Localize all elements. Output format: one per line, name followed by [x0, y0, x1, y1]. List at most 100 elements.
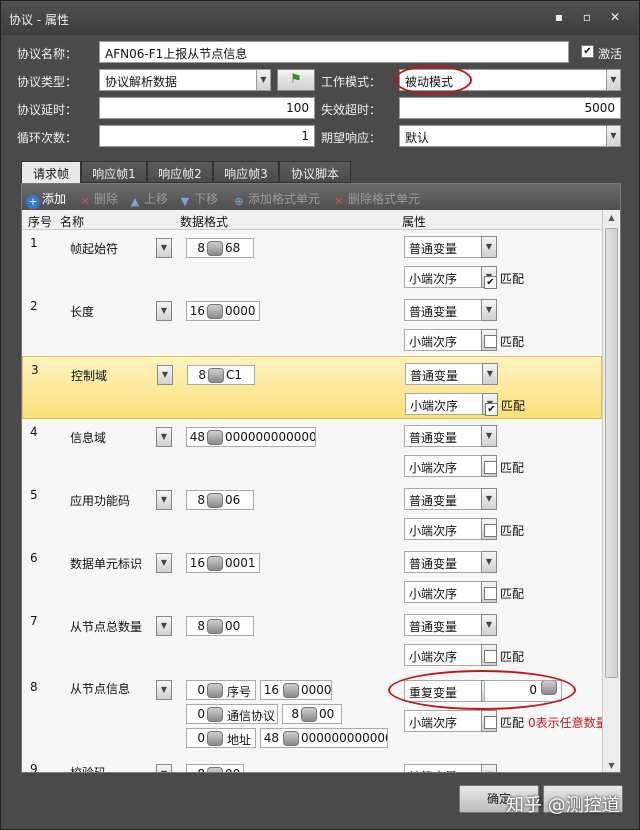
match-checkbox[interactable] — [484, 716, 497, 729]
tab-request[interactable]: 请求帧 — [21, 161, 81, 183]
expect-select[interactable]: 默认 ▼ — [399, 125, 621, 147]
match-option[interactable]: 匹配 — [484, 585, 524, 602]
variable-type-select[interactable]: 普通变量 ▼ — [404, 425, 497, 447]
chevron-down-icon[interactable]: ▼ — [156, 680, 172, 700]
bit-knob-icon[interactable] — [207, 556, 223, 571]
format-unit[interactable]: 0 序号 — [186, 680, 256, 700]
byte-order-select[interactable]: 小端次序▼ — [404, 581, 497, 603]
bit-knob-icon[interactable] — [301, 707, 317, 722]
bit-knob-icon[interactable] — [207, 707, 223, 722]
format-unit[interactable]: 8 00 — [282, 704, 342, 724]
table-row[interactable]: 7 从节点总数量 ▼ 8 00 普通变量 ▼ 小端次序▼匹配 — [22, 608, 602, 671]
variable-type-select[interactable]: 普通变量 ▼ — [404, 299, 497, 321]
move-up-button[interactable]: ▲ 上移 — [128, 190, 168, 209]
match-option[interactable]: ✔ 匹配 — [485, 397, 525, 416]
vertical-scrollbar[interactable]: ▲ ▼ — [602, 210, 620, 772]
bit-knob-icon[interactable] — [207, 619, 223, 634]
format-unit[interactable]: 16 0000 — [186, 301, 260, 321]
add-button[interactable]: + 添加 — [26, 190, 66, 209]
chevron-down-icon[interactable]: ▼ — [481, 299, 497, 321]
chevron-down-icon[interactable]: ▼ — [156, 616, 172, 636]
bit-knob-icon[interactable] — [207, 241, 223, 256]
chevron-down-icon[interactable]: ▼ — [256, 70, 270, 90]
byte-order-select[interactable]: 小端次序▼ — [405, 393, 498, 415]
scrollbar-thumb[interactable] — [605, 228, 618, 678]
bit-knob-icon[interactable] — [283, 731, 299, 746]
match-checkbox[interactable]: ✔ — [485, 403, 498, 416]
bit-knob-icon[interactable] — [207, 430, 223, 445]
byte-order-select[interactable]: 小端次序▼ — [404, 329, 497, 351]
bit-knob-icon[interactable] — [207, 767, 223, 772]
table-row[interactable]: 8 从节点信息 ▼ 0 序号 16 0000 0 通信协议 8 00 0 地址 … — [22, 670, 608, 769]
match-checkbox[interactable] — [484, 461, 497, 474]
match-option[interactable]: 匹配 — [484, 522, 524, 539]
chevron-down-icon[interactable]: ▼ — [481, 488, 497, 510]
maximize-icon[interactable]: ▫ — [577, 9, 597, 25]
variable-type-select[interactable]: 计算变量 ▼ — [404, 764, 497, 772]
chevron-down-icon[interactable]: ▼ — [606, 126, 620, 146]
match-option[interactable]: 匹配 — [484, 333, 524, 350]
variable-type-select[interactable]: 普通变量 ▼ — [404, 551, 497, 573]
format-unit[interactable]: 0 地址 — [186, 728, 256, 748]
scroll-down-icon[interactable]: ▼ — [603, 758, 620, 772]
format-unit[interactable]: 16 0000 — [260, 680, 332, 700]
byte-order-select[interactable]: 小端次序▼ — [404, 266, 497, 288]
table-row[interactable]: 2 长度 ▼ 16 0000 普通变量 ▼ 小端次序▼匹配 — [22, 293, 602, 356]
bit-knob-icon[interactable] — [207, 683, 223, 698]
match-option[interactable]: 匹配 — [484, 714, 524, 731]
chevron-down-icon[interactable]: ▼ — [481, 425, 497, 447]
chevron-down-icon[interactable]: ▼ — [156, 427, 172, 447]
scroll-up-icon[interactable]: ▲ — [603, 210, 620, 226]
chevron-down-icon[interactable]: ▼ — [481, 764, 497, 772]
format-unit[interactable]: 8 00 — [186, 616, 254, 636]
match-checkbox[interactable] — [484, 524, 497, 537]
chevron-down-icon[interactable]: ▼ — [606, 70, 620, 90]
variable-type-select[interactable]: 普通变量 ▼ — [405, 363, 498, 385]
table-row[interactable]: 9 校验码 ▼ 8 00 计算变量 ▼ — [22, 762, 602, 772]
byte-order-select[interactable]: 小端次序▼ — [404, 455, 497, 477]
protocol-type-select[interactable]: 协议解析数据 ▼ — [99, 69, 271, 91]
match-option[interactable]: ✔ 匹配 — [484, 270, 524, 289]
bit-knob-icon[interactable] — [208, 368, 224, 383]
tab-protocol-script[interactable]: 协议脚本 — [279, 161, 351, 183]
variable-type-select[interactable]: 普通变量 ▼ — [404, 488, 497, 510]
loop-input[interactable]: 1 — [99, 125, 315, 147]
match-option[interactable]: 匹配 — [484, 459, 524, 476]
byte-order-select[interactable]: 小端次序▼ — [404, 644, 497, 666]
chevron-down-icon[interactable]: ▼ — [156, 301, 172, 321]
format-unit[interactable]: 8 06 — [186, 490, 254, 510]
chevron-down-icon[interactable]: ▼ — [481, 236, 497, 258]
match-checkbox[interactable] — [484, 650, 497, 663]
protocol-name-input[interactable]: AFN06-F1上报从节点信息 — [99, 41, 569, 63]
bit-knob-icon[interactable] — [283, 683, 299, 698]
format-unit[interactable]: 8 68 — [186, 238, 254, 258]
timeout-input[interactable]: 5000 — [399, 97, 621, 119]
chevron-down-icon[interactable]: ▼ — [156, 764, 172, 772]
chevron-down-icon[interactable]: ▼ — [156, 553, 172, 573]
tab-response-2[interactable]: 响应帧2 — [147, 161, 213, 183]
activate-checkbox[interactable]: ✔ — [581, 45, 594, 58]
byte-order-select[interactable]: 小端次序 ▼ — [404, 710, 497, 732]
table-row[interactable]: 1 帧起始符 ▼ 8 68 普通变量 ▼ 小端次序▼✔匹配 — [22, 230, 602, 293]
table-row[interactable]: 3 控制域 ▼ 8 C1 普通变量 ▼ 小端次序▼✔匹配 — [22, 356, 602, 419]
format-unit[interactable]: 48 000000000000 — [186, 427, 316, 447]
format-unit[interactable]: 48 000000000000 — [260, 728, 388, 748]
minimize-icon[interactable]: ▪ — [549, 9, 569, 25]
delete-button[interactable]: ✕ 删除 — [78, 190, 118, 209]
table-row[interactable]: 6 数据单元标识 ▼ 16 0001 普通变量 ▼ 小端次序▼匹配 — [22, 545, 602, 608]
add-format-unit-button[interactable]: ⊕ 添加格式单元 — [232, 190, 320, 209]
format-unit[interactable]: 8 00 — [186, 764, 244, 772]
match-checkbox[interactable]: ✔ — [484, 276, 497, 289]
bit-knob-icon[interactable] — [207, 493, 223, 508]
close-icon[interactable]: ✕ — [605, 9, 625, 25]
match-checkbox[interactable] — [484, 335, 497, 348]
format-unit[interactable]: 8 C1 — [187, 365, 255, 385]
format-unit[interactable]: 0 通信协议 — [186, 704, 278, 724]
move-down-button[interactable]: ▼ 下移 — [178, 190, 218, 209]
variable-type-select[interactable]: 普通变量 ▼ — [404, 236, 497, 258]
bit-knob-icon[interactable] — [207, 731, 223, 746]
match-checkbox[interactable] — [484, 587, 497, 600]
delay-input[interactable]: 100 — [99, 97, 315, 119]
chevron-down-icon[interactable]: ▼ — [157, 365, 173, 385]
bit-knob-icon[interactable] — [207, 304, 223, 319]
